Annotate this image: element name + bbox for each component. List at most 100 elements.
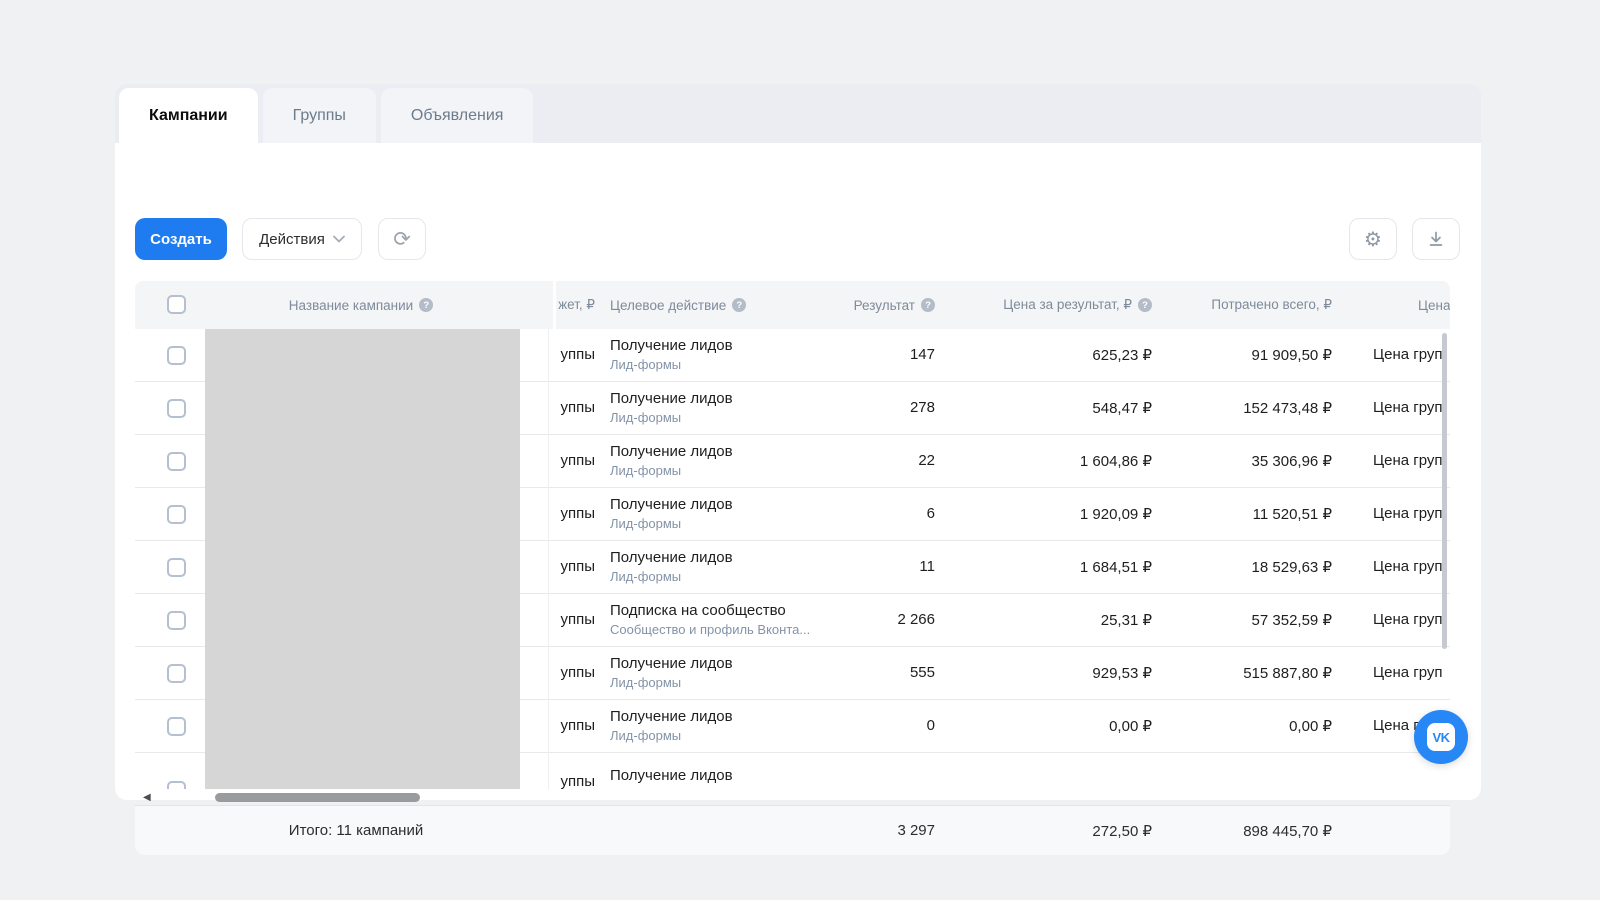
action-subtitle: Лид-формы: [610, 410, 682, 425]
row-checkbox[interactable]: [167, 611, 186, 630]
totals-cost-per-result: 272,50 ₽: [1092, 823, 1152, 840]
column-header-result: Результат ?: [795, 281, 935, 329]
vk-logo-icon: VK: [1427, 723, 1455, 751]
help-icon[interactable]: ?: [419, 298, 434, 312]
spent-cell: 0,00 ₽: [1289, 718, 1332, 735]
card-body: Создать Действия ⟳ ⚙ Название кампании ?…: [115, 143, 1481, 855]
column-header-name-label: Название кампании: [288, 297, 414, 313]
table-header: Название кампании ? жет, ₽ Целевое дейст…: [135, 281, 1450, 329]
refresh-icon: ⟳: [393, 227, 411, 251]
tab-campaigns[interactable]: Кампании: [119, 88, 258, 143]
totals-result: 3 297: [897, 822, 935, 839]
select-all-checkbox[interactable]: [167, 295, 186, 314]
spent-cell: 57 352,59 ₽: [1251, 612, 1332, 629]
actions-button-label: Действия: [259, 230, 325, 248]
action-title: Получение лидов: [610, 655, 733, 672]
row-checkbox[interactable]: [167, 505, 186, 524]
result-cell: 147: [909, 346, 935, 363]
action-subtitle: Лид-формы: [610, 516, 682, 531]
budget-cell: уппы: [560, 505, 595, 522]
action-title: Получение лидов: [610, 443, 733, 460]
row-checkbox[interactable]: [167, 717, 186, 736]
action-subtitle: Лид-формы: [610, 463, 682, 478]
column-header-budget-label: жет, ₽: [558, 297, 595, 312]
budget-cell: уппы: [560, 664, 595, 681]
result-cell: 6: [926, 505, 935, 522]
column-header-price: Цена,: [1418, 281, 1450, 329]
result-cell: 2 266: [897, 611, 935, 628]
spent-cell: 152 473,48 ₽: [1243, 400, 1332, 417]
price-cell: Цена груп: [1373, 611, 1443, 628]
action-cell: Получение лидов: [610, 767, 733, 784]
result-cell: 278: [909, 399, 935, 416]
totals-row: Итого: 11 кампаний 3 297 272,50 ₽ 898 44…: [135, 805, 1450, 855]
spent-cell: 11 520,51 ₽: [1252, 506, 1332, 523]
action-cell: Получение лидов Лид-формы: [610, 655, 733, 690]
budget-cell: уппы: [560, 399, 595, 416]
price-cell: Цена груп: [1373, 505, 1443, 522]
row-checkbox[interactable]: [167, 399, 186, 418]
column-header-name: Название кампании ?: [201, 281, 521, 329]
campaigns-table: Название кампании ? жет, ₽ Целевое дейст…: [135, 281, 1450, 855]
result-cell: 11: [919, 558, 935, 575]
price-cell: Цена груп: [1373, 399, 1443, 416]
action-cell: Получение лидов Лид-формы: [610, 390, 733, 425]
cost-per-result-cell: 929,53 ₽: [1092, 665, 1152, 682]
action-cell: Получение лидов Лид-формы: [610, 708, 733, 743]
chevron-down-icon: [332, 235, 345, 243]
spent-cell: 18 529,63 ₽: [1251, 559, 1332, 576]
action-title: Получение лидов: [610, 337, 733, 354]
price-cell: Цена груп: [1373, 346, 1443, 363]
frozen-pane-divider: [553, 281, 556, 329]
price-cell: Цена груп: [1373, 664, 1443, 681]
help-icon[interactable]: ?: [1138, 298, 1152, 312]
budget-cell: уппы: [560, 611, 595, 628]
column-header-cost-per-result: Цена за результат, ₽ ?: [965, 281, 1152, 329]
row-checkbox[interactable]: [167, 558, 186, 577]
column-header-spent: Потрачено всего, ₽: [1155, 281, 1332, 329]
budget-cell: уппы: [560, 558, 595, 575]
totals-spent: 898 445,70 ₽: [1243, 823, 1332, 840]
column-header-action-label: Целевое действие: [610, 297, 727, 313]
action-subtitle: Лид-формы: [610, 569, 682, 584]
action-title: Получение лидов: [610, 708, 733, 725]
campaign-name-redacted-block: [205, 329, 520, 789]
budget-cell: уппы: [560, 773, 595, 789]
column-header-cost-per-result-label: Цена за результат, ₽: [1003, 297, 1132, 312]
actions-button[interactable]: Действия: [242, 218, 362, 260]
price-cell: Цена груп: [1373, 558, 1443, 575]
help-icon[interactable]: ?: [921, 298, 935, 312]
campaigns-card: Кампании Группы Объявления Создать Дейст…: [115, 84, 1481, 855]
tab-ads[interactable]: Объявления: [380, 88, 534, 143]
action-title: Получение лидов: [610, 496, 733, 513]
cost-per-result-cell: 0,00 ₽: [1109, 718, 1152, 735]
cost-per-result-cell: 25,31 ₽: [1100, 612, 1152, 629]
horizontal-scrollbar-thumb[interactable]: [215, 793, 420, 802]
cost-per-result-cell: 1 920,09 ₽: [1079, 506, 1152, 523]
download-button[interactable]: [1412, 218, 1460, 260]
row-checkbox[interactable]: [167, 664, 186, 683]
settings-button[interactable]: ⚙: [1349, 218, 1397, 260]
vk-fab[interactable]: VK: [1414, 710, 1468, 764]
action-cell: Получение лидов Лид-формы: [610, 549, 733, 584]
scroll-left-arrow-icon[interactable]: ◀: [143, 793, 151, 803]
tab-groups[interactable]: Группы: [262, 88, 376, 143]
action-title: Получение лидов: [610, 767, 733, 784]
column-header-spent-label: Потрачено всего, ₽: [1211, 297, 1332, 312]
action-cell: Получение лидов Лид-формы: [610, 337, 733, 372]
column-header-price-label: Цена,: [1418, 297, 1450, 313]
gear-icon: ⚙: [1364, 228, 1382, 251]
help-icon[interactable]: ?: [732, 298, 747, 312]
row-checkbox[interactable]: [167, 452, 186, 471]
refresh-button[interactable]: ⟳: [378, 218, 426, 260]
create-button[interactable]: Создать: [135, 218, 227, 260]
vertical-scrollbar-thumb[interactable]: [1442, 333, 1447, 649]
budget-cell: уппы: [560, 452, 595, 469]
column-header-action: Целевое действие ?: [610, 281, 747, 329]
cost-per-result-cell: 1 604,86 ₽: [1079, 453, 1152, 470]
action-cell: Получение лидов Лид-формы: [610, 496, 733, 531]
row-checkbox[interactable]: [167, 346, 186, 365]
tab-bar: Кампании Группы Объявления: [115, 84, 1481, 143]
row-checkbox[interactable]: [167, 781, 186, 789]
frozen-pane-border: [548, 329, 549, 789]
